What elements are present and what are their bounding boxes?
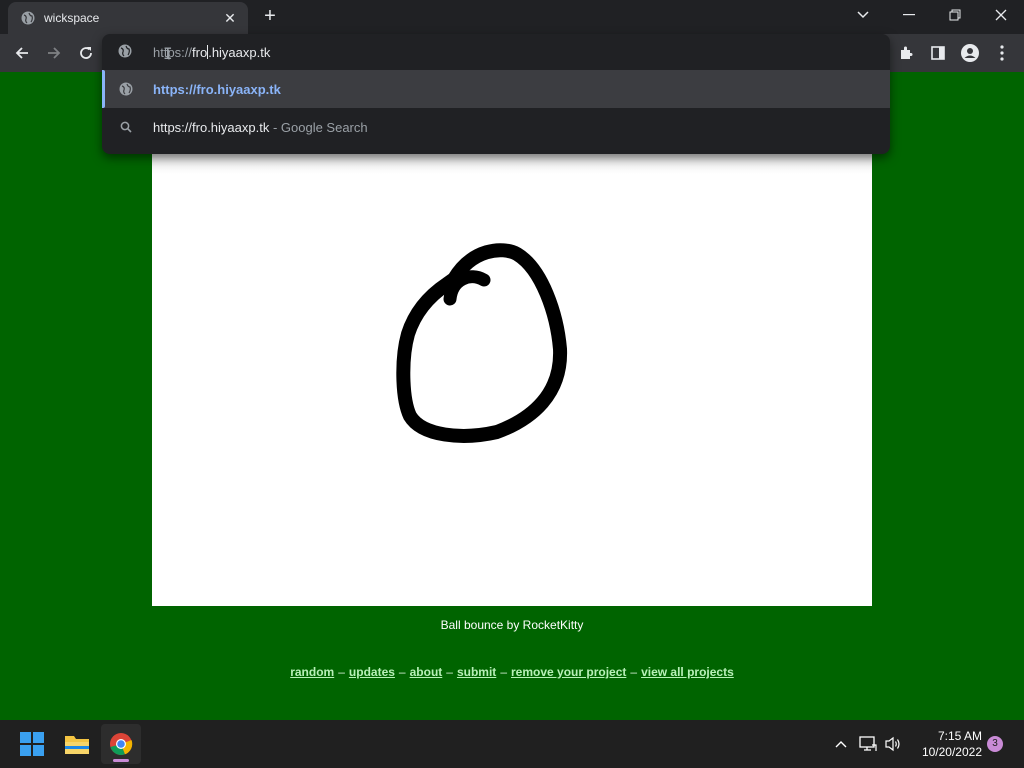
- link-view-all-projects[interactable]: view all projects: [641, 665, 734, 679]
- mouse-ibeam-cursor: I: [163, 44, 173, 63]
- clock-time: 7:15 AM: [937, 729, 982, 743]
- clock-date: 10/20/2022: [921, 745, 982, 759]
- search-query: https://fro.hiyaaxp.tk: [153, 120, 270, 135]
- chrome-icon: [110, 733, 133, 756]
- tab-title: wickspace: [44, 11, 100, 25]
- restore-button[interactable]: [932, 0, 978, 30]
- new-tab-button[interactable]: +: [258, 6, 282, 28]
- active-app-indicator: [113, 759, 129, 762]
- footer-links: random – updates – about – submit – remove your …: [0, 665, 1024, 679]
- side-panel-icon[interactable]: [924, 39, 952, 67]
- ball-drawing: [396, 243, 568, 443]
- separator: –: [446, 665, 453, 679]
- start-button[interactable]: [12, 724, 52, 764]
- suggestion-search[interactable]: https://fro.hiyaaxp.tk - Google Search: [102, 108, 890, 146]
- url-host-start: fro: [192, 45, 208, 60]
- menu-kebab-icon[interactable]: [988, 39, 1016, 67]
- notification-badge[interactable]: 3: [987, 736, 1003, 752]
- link-remove-project[interactable]: remove your project: [511, 665, 626, 679]
- link-updates[interactable]: updates: [349, 665, 395, 679]
- file-explorer-button[interactable]: [57, 724, 97, 764]
- windows-logo-icon: [20, 732, 44, 756]
- extensions-icon[interactable]: [892, 39, 920, 67]
- folder-icon: [65, 736, 89, 754]
- browser-titlebar: wickspace ✕ +: [0, 0, 1024, 34]
- globe-icon: [118, 44, 132, 63]
- link-submit[interactable]: submit: [457, 665, 496, 679]
- profile-avatar-icon[interactable]: [956, 39, 984, 67]
- reload-button[interactable]: [72, 39, 100, 67]
- volume-icon[interactable]: [882, 734, 904, 754]
- link-random[interactable]: random: [290, 665, 334, 679]
- show-hidden-icons-chevron-icon[interactable]: [832, 734, 850, 754]
- browser-tab[interactable]: wickspace ✕: [8, 2, 248, 34]
- omnibox-dropdown: https://fro.hiyaaxp.tk https://fro.hiyaa…: [102, 34, 890, 154]
- search-suffix: - Google Search: [269, 120, 368, 135]
- game-canvas[interactable]: [152, 154, 872, 606]
- separator: –: [630, 665, 638, 679]
- url-host-end: .hiyaaxp.tk: [208, 45, 271, 60]
- suggestion-url[interactable]: https://fro.hiyaaxp.tk: [102, 70, 890, 108]
- globe-icon: [20, 10, 36, 26]
- address-bar-input[interactable]: https://fro.hiyaaxp.tk: [102, 34, 890, 70]
- search-icon: [118, 119, 134, 135]
- back-button[interactable]: [8, 39, 36, 67]
- separator: –: [398, 665, 406, 679]
- suggestion-url-text: https://fro.hiyaaxp.tk: [153, 82, 281, 97]
- tab-close-icon[interactable]: ✕: [222, 10, 238, 27]
- minimize-button[interactable]: [886, 0, 932, 30]
- close-window-button[interactable]: [978, 0, 1024, 30]
- globe-icon: [118, 81, 134, 97]
- chrome-taskbar-button[interactable]: [101, 724, 141, 764]
- suggestion-search-text: https://fro.hiyaaxp.tk - Google Search: [153, 120, 368, 135]
- selection-indicator: [102, 70, 105, 108]
- forward-button[interactable]: [40, 39, 68, 67]
- taskbar-clock[interactable]: 7:15 AM 10/20/2022: [908, 728, 982, 760]
- project-caption: Ball bounce by RocketKitty: [440, 618, 584, 632]
- separator: –: [500, 665, 507, 679]
- network-icon[interactable]: [858, 734, 878, 754]
- link-about[interactable]: about: [410, 665, 443, 679]
- tab-search-chevron-icon[interactable]: [850, 4, 876, 26]
- separator: –: [338, 665, 345, 679]
